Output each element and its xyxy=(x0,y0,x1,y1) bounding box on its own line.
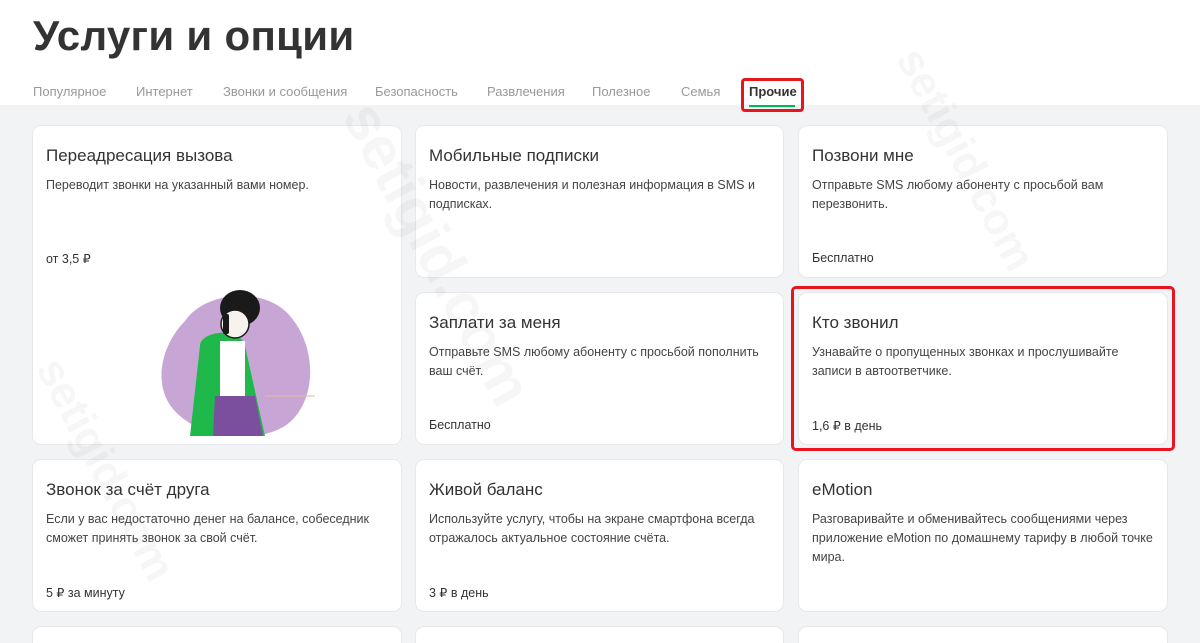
card-price: 3 ₽ в день xyxy=(429,586,489,600)
person-phone-illustration xyxy=(145,286,320,441)
card-description: Если у вас недостаточно денег на балансе… xyxy=(46,512,370,545)
service-card-live-balance[interactable]: Живой баланс Используйте услугу, чтобы н… xyxy=(416,460,783,611)
service-card-pay-for-me[interactable]: Заплати за меня Отправьте SMS любому або… xyxy=(416,293,783,444)
card-description: Разговаривайте и обменивайтесь сообщения… xyxy=(812,512,1153,564)
tab-highlight-frame xyxy=(741,78,804,112)
service-card-call-me[interactable]: Позвони мне Отправьте SMS любому абонент… xyxy=(799,126,1167,277)
service-card-emotion[interactable]: eMotion Разговаривайте и обменивайтесь с… xyxy=(799,460,1167,611)
service-card-who-called[interactable]: Кто звонил Узнавайте о пропущенных звонк… xyxy=(799,293,1167,444)
card-title: Заплати за меня xyxy=(429,313,561,332)
service-card-call-forwarding[interactable]: Переадресация вызова Переводит звонки на… xyxy=(33,126,401,444)
card-description: Переводит звонки на указанный вами номер… xyxy=(46,178,309,192)
card-title: Переадресация вызова xyxy=(46,146,233,165)
page-title: Услуги и опции xyxy=(33,12,355,59)
service-card-partial[interactable] xyxy=(799,627,1167,643)
card-title: Звонок за счёт друга xyxy=(46,480,210,499)
tab-family[interactable]: Семья xyxy=(681,84,720,99)
card-description: Используйте услугу, чтобы на экране смар… xyxy=(429,512,755,545)
card-price: Бесплатно xyxy=(429,418,491,432)
service-card-partial[interactable] xyxy=(416,627,783,643)
card-title: Кто звонил xyxy=(812,313,899,332)
tab-popular[interactable]: Популярное xyxy=(33,84,106,99)
card-description: Новости, развлечения и полезная информац… xyxy=(429,178,755,211)
service-card-partial[interactable] xyxy=(33,627,401,643)
card-price: Бесплатно xyxy=(812,251,874,265)
card-title: eMotion xyxy=(812,480,873,499)
card-price: 5 ₽ за минуту xyxy=(46,586,125,600)
service-card-mobile-subscriptions[interactable]: Мобильные подписки Новости, развлечения … xyxy=(416,126,783,277)
tab-useful[interactable]: Полезное xyxy=(592,84,650,99)
tab-entertainment[interactable]: Развлечения xyxy=(487,84,565,99)
card-title: Мобильные подписки xyxy=(429,146,599,165)
card-description: Узнавайте о пропущенных звонках и прослу… xyxy=(812,345,1119,378)
card-description: Отправьте SMS любому абоненту с просьбой… xyxy=(429,345,759,378)
card-price: 1,6 ₽ в день xyxy=(812,419,883,433)
card-description: Отправьте SMS любому абоненту с просьбой… xyxy=(812,178,1104,211)
card-title: Живой баланс xyxy=(429,480,543,499)
card-title: Позвони мне xyxy=(812,146,914,165)
tab-calls-messages[interactable]: Звонки и сообщения xyxy=(223,84,347,99)
tab-security[interactable]: Безопасность xyxy=(375,84,458,99)
tab-internet[interactable]: Интернет xyxy=(136,84,193,99)
service-card-friend-pays-call[interactable]: Звонок за счёт друга Если у вас недостат… xyxy=(33,460,401,611)
card-price: от 3,5 ₽ xyxy=(46,252,91,266)
